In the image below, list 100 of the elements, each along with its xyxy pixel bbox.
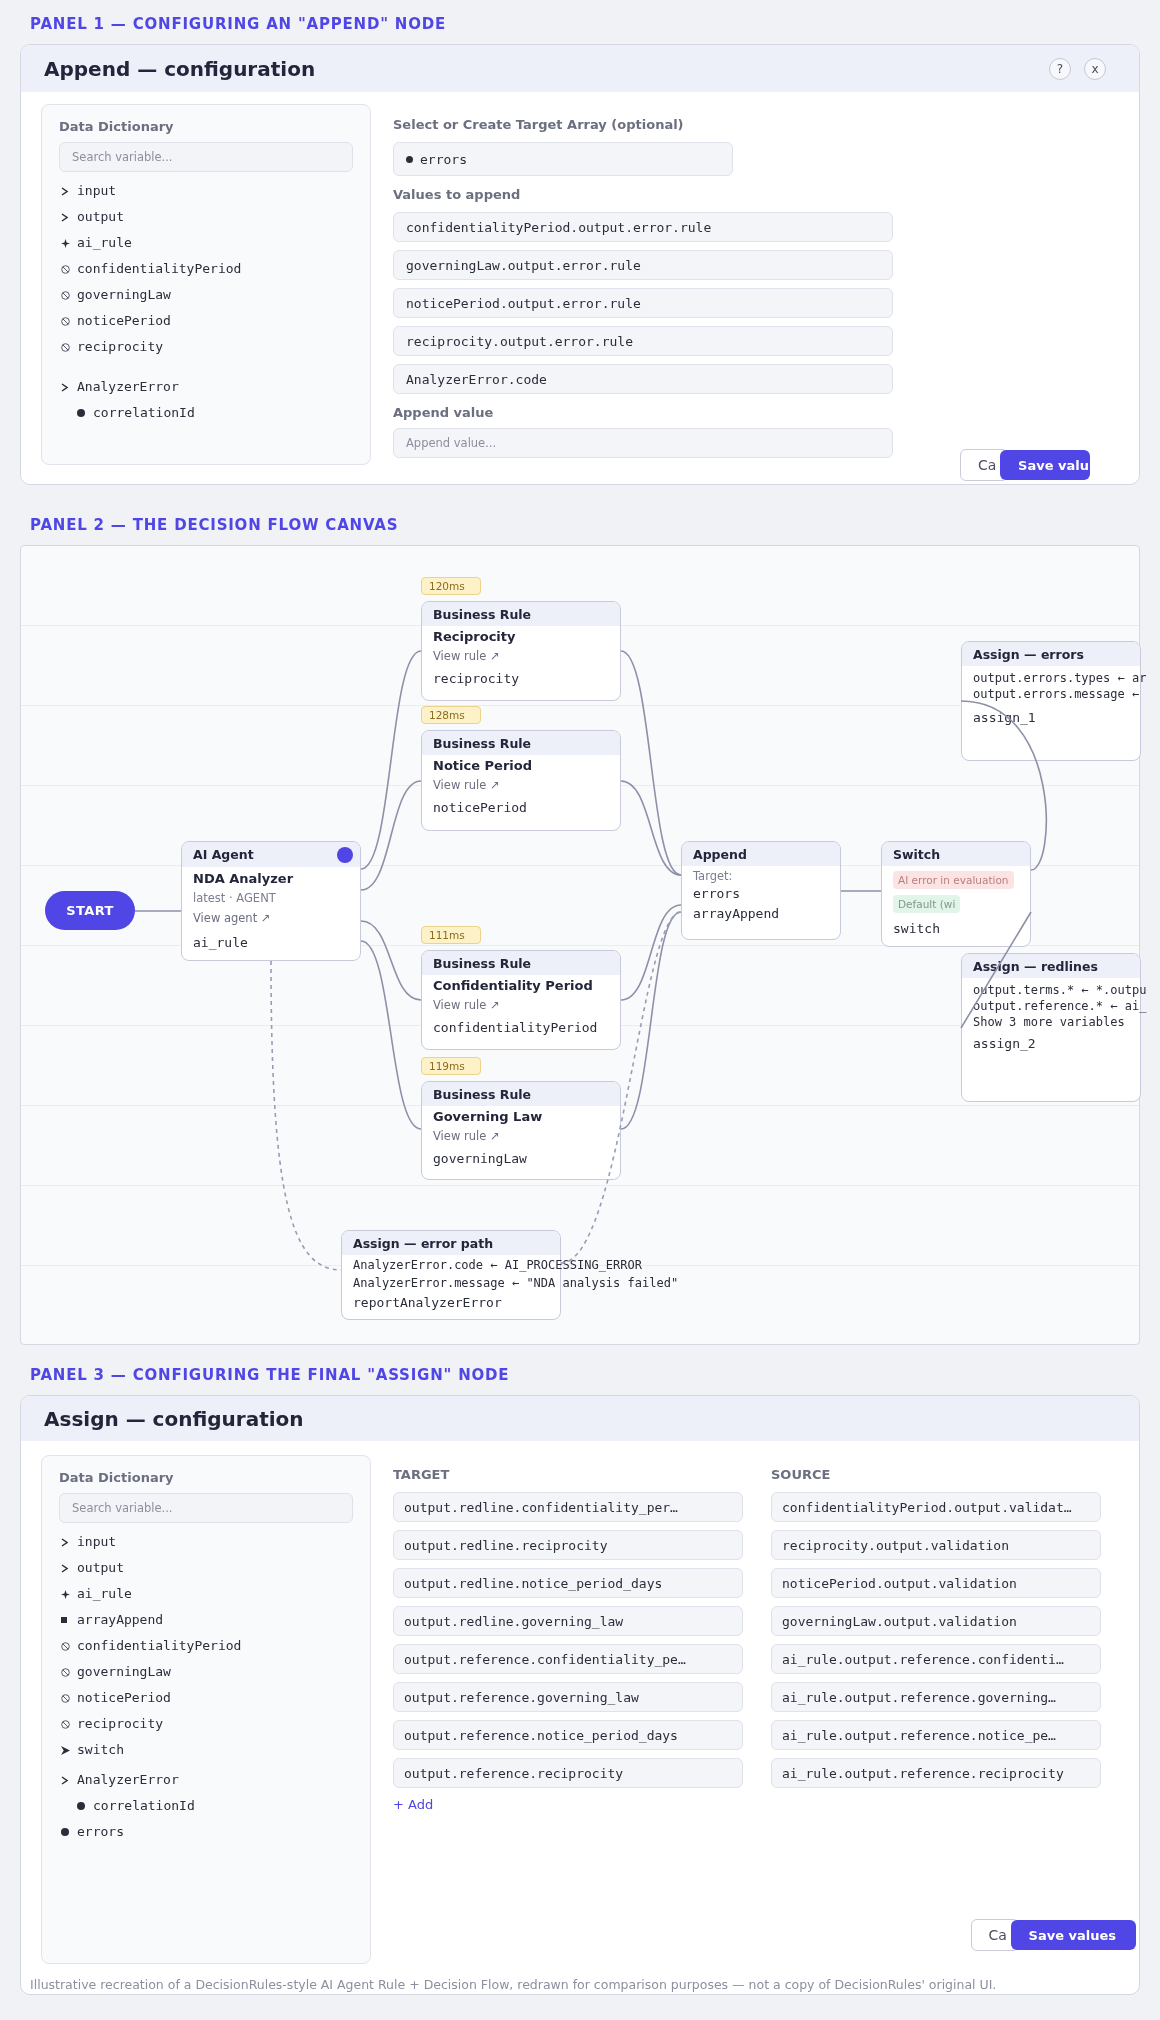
- assignment-line: output.errors.types ← ar: [973, 670, 1147, 686]
- connector-line: [134, 910, 182, 912]
- node-type-label: Business Rule: [433, 1086, 532, 1102]
- node-type-label: Assign — errors: [973, 646, 1084, 662]
- value-field[interactable]: AnalyzerError.code: [393, 364, 893, 394]
- dictionary-item[interactable]: confidentialityPeriod: [77, 1638, 242, 1654]
- node-type-label: Assign — error path: [353, 1235, 494, 1251]
- slashed-circle-icon: [61, 342, 70, 352]
- dictionary-item[interactable]: governingLaw: [77, 1664, 171, 1680]
- chevron-right-icon: [61, 212, 68, 222]
- view-rule-link[interactable]: View rule ↗: [433, 1128, 500, 1144]
- input-field[interactable]: Append value...: [393, 428, 893, 458]
- dictionary-item[interactable]: output: [77, 1560, 124, 1576]
- timing-badge: 111ms: [421, 926, 481, 944]
- source-field[interactable]: governingLaw.output.validation: [771, 1606, 1101, 1636]
- slashed-circle-icon: [61, 1641, 70, 1651]
- source-field[interactable]: noticePeriod.output.validation: [771, 1568, 1101, 1598]
- section-heading: PANEL 3 — CONFIGURING THE FINAL "ASSIGN" NODE: [29, 1365, 510, 1385]
- slashed-circle-icon: [61, 1693, 70, 1703]
- add-link[interactable]: + Add: [393, 1797, 434, 1813]
- node-title: Reciprocity: [433, 629, 516, 645]
- target-field[interactable]: output.reference.confidentiality_pe…: [393, 1644, 743, 1674]
- column-header: TARGET: [393, 1468, 451, 1482]
- value-field[interactable]: reciprocity.output.error.rule: [393, 326, 893, 356]
- source-field[interactable]: ai_rule.output.reference.reciprocity: [771, 1758, 1101, 1788]
- target-field[interactable]: output.redline.governing_law: [393, 1606, 743, 1636]
- dictionary-item[interactable]: output: [77, 209, 124, 225]
- dictionary-item[interactable]: noticePeriod: [77, 313, 171, 329]
- status-dot-icon: [337, 846, 353, 863]
- search-field[interactable]: Search variable...: [59, 142, 353, 172]
- source-field[interactable]: ai_rule.output.reference.governing…: [771, 1682, 1101, 1712]
- source-field[interactable]: ai_rule.output.reference.confidenti…: [771, 1644, 1101, 1674]
- target-field[interactable]: output.reference.notice_period_days: [393, 1720, 743, 1750]
- dictionary-item[interactable]: input: [77, 1534, 117, 1550]
- start-node: START: [45, 891, 135, 930]
- timing-badge: 120ms: [421, 577, 481, 595]
- timing-badge: 119ms: [421, 1057, 481, 1075]
- view-rule-link[interactable]: View rule ↗: [433, 648, 500, 664]
- default-case-badge: Default (wi: [893, 895, 961, 913]
- select-field[interactable]: errors: [393, 142, 733, 176]
- save-button[interactable]: Save valu: [1000, 450, 1090, 480]
- help-button[interactable]: ?: [1049, 57, 1071, 80]
- column-header: SOURCE: [771, 1468, 832, 1482]
- dictionary-item[interactable]: errors: [77, 1824, 124, 1840]
- node-title: NDA Analyzer: [193, 871, 294, 887]
- save-button[interactable]: Save values: [1010, 1920, 1136, 1950]
- node-type-label: Business Rule: [433, 606, 532, 622]
- chevron-right-icon: [61, 382, 68, 392]
- node-type-label: AI Agent: [193, 847, 254, 862]
- view-rule-link[interactable]: View rule ↗: [433, 997, 500, 1013]
- value-field[interactable]: governingLaw.output.error.rule: [393, 250, 893, 280]
- value-field[interactable]: noticePeriod.output.error.rule: [393, 288, 893, 318]
- source-field[interactable]: ai_rule.output.reference.notice_pe…: [771, 1720, 1101, 1750]
- slashed-circle-icon: [61, 1719, 70, 1729]
- section-heading: PANEL 2 — THE DECISION FLOW CANVAS: [29, 515, 399, 535]
- dictionary-item[interactable]: switch: [77, 1742, 124, 1758]
- assignment-line: AnalyzerError.message ← "NDA analysis failed": [353, 1275, 679, 1292]
- node-variable: assign_2: [973, 1036, 1036, 1052]
- dictionary-item[interactable]: confidentialityPeriod: [77, 261, 242, 277]
- section-heading: PANEL 1 — CONFIGURING AN "APPEND" NODE: [29, 14, 447, 34]
- field-label: Select or Create Target Array (optional): [393, 117, 685, 133]
- dictionary-item[interactable]: ai_rule: [77, 1586, 132, 1602]
- dictionary-item[interactable]: arrayAppend: [77, 1612, 164, 1628]
- chevron-right-icon: [61, 1775, 68, 1785]
- target-field[interactable]: output.reference.reciprocity: [393, 1758, 743, 1788]
- dictionary-item[interactable]: governingLaw: [77, 287, 171, 303]
- close-button[interactable]: x: [1084, 57, 1106, 80]
- target-field[interactable]: output.reference.governing_law: [393, 1682, 743, 1712]
- dictionary-item[interactable]: reciprocity: [77, 339, 164, 355]
- node-variable: ai_rule: [193, 935, 248, 951]
- show-more-link[interactable]: Show 3 more variables: [973, 1014, 1125, 1030]
- dictionary-item[interactable]: input: [77, 183, 117, 199]
- target-field[interactable]: output.redline.confidentiality_per…: [393, 1492, 743, 1522]
- source-field[interactable]: confidentialityPeriod.output.validat…: [771, 1492, 1101, 1522]
- assignment-line: AnalyzerError.code ← AI_PROCESSING_ERROR: [353, 1257, 642, 1274]
- node-variable: governingLaw: [433, 1151, 527, 1167]
- node-type-label: Switch: [893, 846, 941, 862]
- node-variable: arrayAppend: [693, 906, 780, 922]
- value-field[interactable]: confidentialityPeriod.output.error.rule: [393, 212, 893, 242]
- node-variable: reportAnalyzerError: [353, 1295, 502, 1311]
- dictionary-item[interactable]: AnalyzerError: [77, 379, 179, 395]
- view-agent-link[interactable]: View agent ↗: [193, 910, 271, 926]
- slashed-circle-icon: [61, 316, 70, 326]
- sparkle-icon: [61, 1589, 70, 1599]
- dictionary-item[interactable]: AnalyzerError: [77, 1772, 179, 1788]
- dictionary-item[interactable]: correlationId: [93, 405, 195, 421]
- dictionary-item[interactable]: reciprocity: [77, 1716, 164, 1732]
- view-rule-link[interactable]: View rule ↗: [433, 777, 500, 793]
- dictionary-item[interactable]: ai_rule: [77, 235, 132, 251]
- node-type-label: Append: [693, 846, 747, 862]
- node-title: Governing Law: [433, 1109, 543, 1125]
- footnote: Illustrative recreation of a DecisionRules-style AI Agent Rule + Decision Flow, redrawn for comparison purposes — not a copy of DecisionRules' original UI.: [29, 1976, 998, 1994]
- assignment-line: output.errors.message ←: [973, 686, 1140, 702]
- source-field[interactable]: reciprocity.output.validation: [771, 1530, 1101, 1560]
- connector-line: [840, 890, 882, 892]
- dictionary-item[interactable]: correlationId: [93, 1798, 195, 1814]
- search-field[interactable]: Search variable...: [59, 1493, 353, 1523]
- dictionary-item[interactable]: noticePeriod: [77, 1690, 171, 1706]
- target-field[interactable]: output.redline.reciprocity: [393, 1530, 743, 1560]
- target-field[interactable]: output.redline.notice_period_days: [393, 1568, 743, 1598]
